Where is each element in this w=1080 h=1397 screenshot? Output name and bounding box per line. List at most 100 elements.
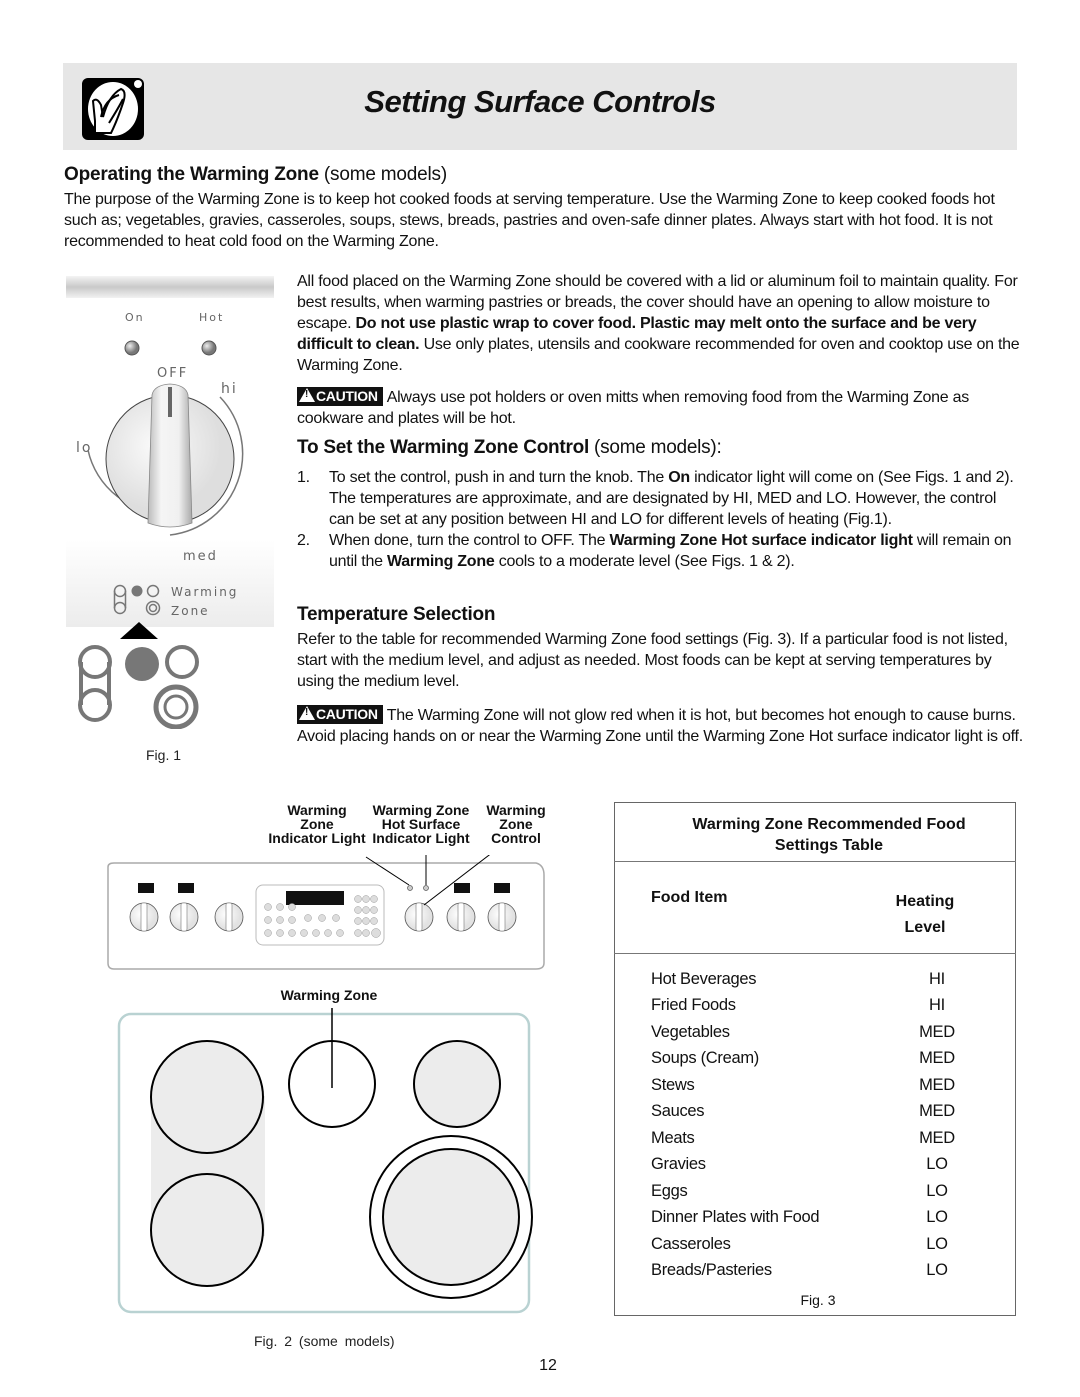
- food-item-cell: Meats: [651, 1128, 695, 1147]
- table-divider: [614, 861, 1016, 862]
- range-control-panel: [104, 848, 546, 978]
- caution-badge: CAUTION: [297, 705, 383, 724]
- zone-label: Zone: [171, 604, 210, 618]
- cooktop-layout-icon: [78, 643, 202, 734]
- caution-note-1: CAUTIONAlways use pot holders or oven mi…: [297, 387, 1023, 429]
- bold-text: Warming Zone Hot surface indicator light: [609, 532, 913, 549]
- table-row: Breads/Pasteries LO: [651, 1258, 981, 1285]
- callout-line: Control: [491, 830, 541, 846]
- callout-line: Warming: [486, 802, 546, 818]
- text: When done, turn the control to OFF. The: [329, 532, 610, 549]
- food-item-cell: Sauces: [651, 1102, 705, 1121]
- callout-line: Indicator Light: [372, 830, 470, 846]
- cooktop-diagram: [117, 1008, 533, 1321]
- heading-bold: To Set the Warming Zone Control: [297, 437, 590, 458]
- table-title-line: Warming Zone Recommended Food: [692, 816, 966, 833]
- hot-label: Hot: [199, 311, 225, 324]
- section-heading-set-control: To Set the Warming Zone Control (some mo…: [297, 437, 1023, 458]
- food-item-cell: Stews: [651, 1075, 695, 1094]
- table-row: Vegetables MED: [651, 1019, 981, 1046]
- caution-badge: CAUTION: [297, 387, 383, 406]
- heating-level-cell: MED: [919, 1128, 955, 1147]
- heating-level-cell: LO: [926, 1181, 948, 1200]
- table-row: Sauces MED: [651, 1099, 981, 1126]
- caution-text: The Warming Zone will not glow red when …: [297, 707, 1023, 745]
- page-title: Setting Surface Controls: [364, 84, 716, 119]
- table-body: Hot Beverages HI Fried Foods HI Vegetables ME…: [651, 966, 981, 1284]
- step-item: 1. To set the control, push in and turn …: [297, 467, 1023, 530]
- heading-light: (some models):: [589, 437, 722, 458]
- control-panel-strip: [66, 276, 274, 298]
- food-item-cell: Soups (Cream): [651, 1049, 759, 1068]
- header-line: Heating: [895, 893, 955, 910]
- covering-paragraph: All food placed on the Warming Zone shou…: [297, 271, 1023, 376]
- step-text: To set the control, push in and turn the…: [329, 467, 1023, 530]
- heating-level-cell: LO: [926, 1234, 948, 1253]
- food-item-cell: Hot Beverages: [651, 969, 757, 988]
- food-item-cell: Dinner Plates with Food: [651, 1208, 820, 1227]
- table-row: Fried Foods HI: [651, 993, 981, 1020]
- intro-paragraph: The purpose of the Warming Zone is to ke…: [64, 191, 995, 250]
- step-number: 2.: [297, 532, 310, 549]
- food-item-cell: Casseroles: [651, 1234, 731, 1253]
- callout-hot-surface-light: Warming Zone Hot Surface Indicator Light: [368, 803, 474, 845]
- food-item-cell: Fried Foods: [651, 996, 736, 1015]
- fig2-caption: Fig. 2 (some models): [254, 1333, 395, 1349]
- text: To set the control, push in and turn the…: [329, 469, 669, 486]
- hot-indicator-light: [201, 340, 217, 361]
- section-heading-temperature: Temperature Selection: [297, 604, 496, 625]
- food-item-cell: Breads/Pasteries: [651, 1261, 772, 1280]
- on-label: On: [125, 311, 145, 324]
- heating-level-cell: LO: [926, 1261, 948, 1280]
- heating-level-cell: HI: [929, 996, 945, 1015]
- warning-triangle-icon: [299, 706, 315, 720]
- header-line: Level: [904, 919, 946, 936]
- heading-bold: Operating the Warming Zone: [64, 164, 319, 185]
- food-item-cell: Eggs: [651, 1181, 688, 1200]
- heating-level-cell: LO: [926, 1155, 948, 1174]
- callout-line: Warming: [287, 802, 347, 818]
- steps-list: 1. To set the control, push in and turn …: [297, 467, 1023, 572]
- on-indicator-light: [124, 340, 140, 361]
- callout-line: Indicator Light: [268, 830, 366, 846]
- column-header-level: Heating Level: [880, 889, 970, 941]
- heating-level-cell: MED: [919, 1102, 955, 1121]
- section-heading-operating: Operating the Warming Zone (some models): [64, 164, 447, 186]
- table-divider: [614, 953, 1016, 954]
- heating-level-cell: LO: [926, 1208, 948, 1227]
- page-number: 12: [539, 1357, 557, 1374]
- fig3-caption: Fig. 3: [800, 1292, 836, 1308]
- callout-line: Zone: [499, 816, 533, 832]
- callout-line: Hot Surface: [381, 816, 461, 832]
- caution-label: CAUTION: [316, 706, 378, 722]
- table-row: Dinner Plates with Food LO: [651, 1205, 981, 1232]
- warming-label: Warming: [171, 585, 239, 599]
- heating-level-cell: HI: [929, 969, 945, 988]
- warming-zone-label: Warming Zone: [280, 987, 378, 1003]
- table-title-line: Settings Table: [774, 837, 884, 854]
- table-title: Warming Zone Recommended Food Settings T…: [614, 814, 1044, 856]
- caution-label: CAUTION: [316, 388, 378, 404]
- table-row: Eggs LO: [651, 1178, 981, 1205]
- bold-text: On: [668, 469, 690, 486]
- warming-zone-panel: [66, 540, 274, 627]
- heating-level-cell: MED: [919, 1022, 955, 1041]
- step-item: 2. When done, turn the control to OFF. T…: [297, 530, 1023, 572]
- table-row: Hot Beverages HI: [651, 966, 981, 993]
- heading-light: (some models): [318, 164, 447, 185]
- callout-indicator-light: Warming Zone Indicator Light: [262, 803, 372, 845]
- heating-level-cell: MED: [919, 1049, 955, 1068]
- warming-zone-knob[interactable]: [80, 375, 260, 550]
- temperature-paragraph: Refer to the table for recommended Warmi…: [297, 631, 1008, 690]
- pointer-triangle-icon: [120, 622, 158, 645]
- table-row: Stews MED: [651, 1072, 981, 1099]
- table-row: Soups (Cream) MED: [651, 1046, 981, 1073]
- caution-note-2: CAUTIONThe Warming Zone will not glow re…: [297, 705, 1023, 747]
- callout-line: Zone: [300, 816, 334, 832]
- step-number: 1.: [297, 469, 310, 486]
- food-item-cell: Gravies: [651, 1155, 706, 1174]
- table-row: Gravies LO: [651, 1152, 981, 1179]
- fig1-caption: Fig. 1: [146, 747, 182, 763]
- text: cools to a moderate level (See Figs. 1 &…: [494, 553, 795, 570]
- table-row: Casseroles LO: [651, 1231, 981, 1258]
